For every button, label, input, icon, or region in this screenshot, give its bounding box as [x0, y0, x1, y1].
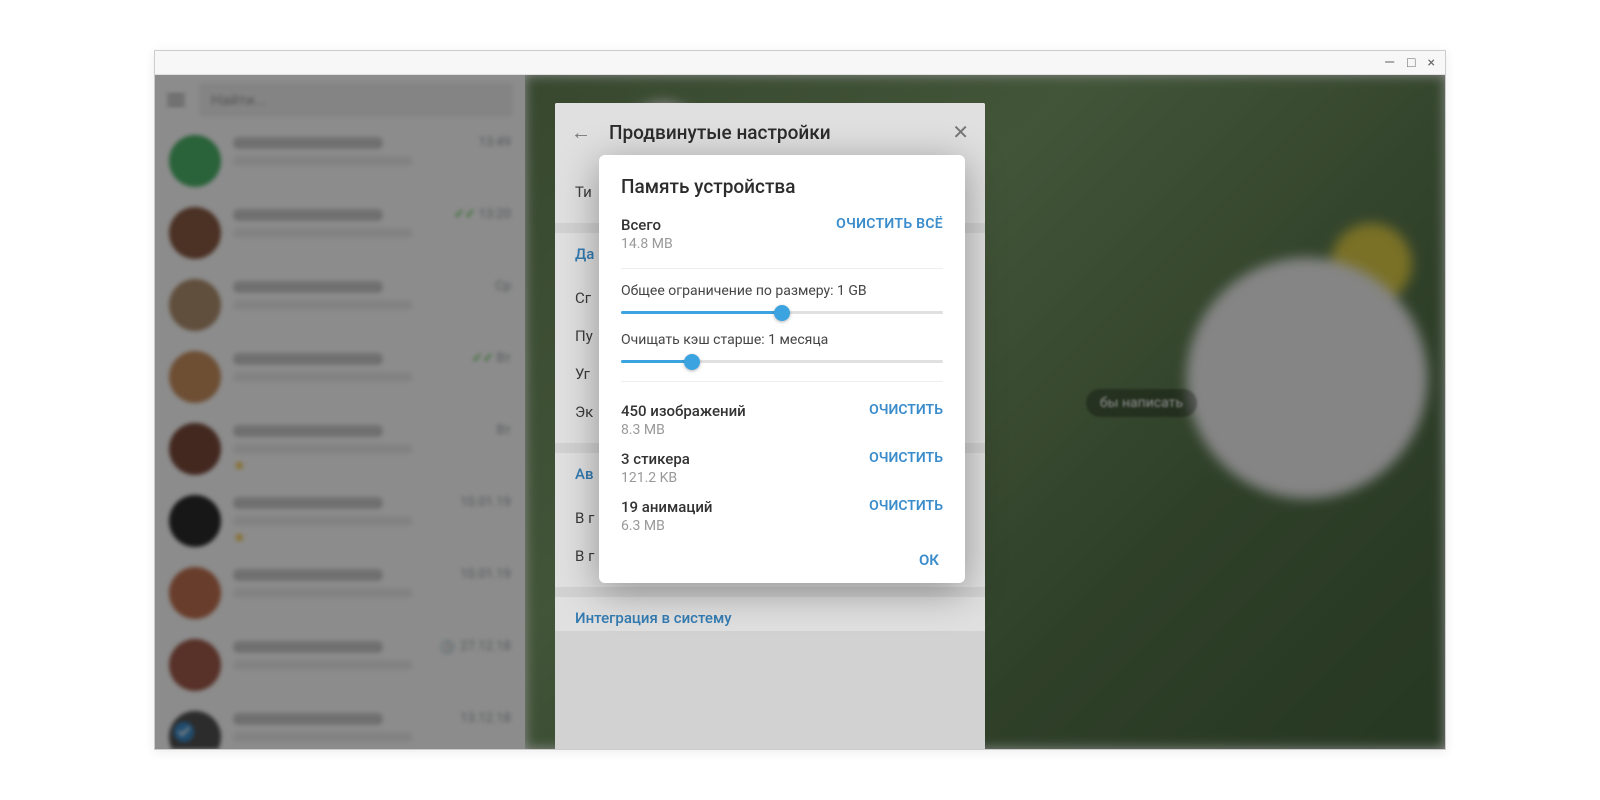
- clear-button[interactable]: ОЧИСТИТЬ: [869, 402, 943, 418]
- maximize-icon[interactable]: □: [1407, 56, 1415, 70]
- close-icon[interactable]: ×: [1428, 56, 1435, 70]
- clear-all-button[interactable]: ОЧИСТИТЬ ВСЁ: [836, 216, 943, 232]
- cache-item-size: 8.3 MB: [621, 422, 746, 438]
- cache-age-label: Очищать кэш старше: 1 месяца: [621, 332, 943, 348]
- cache-item-title: 450 изображений: [621, 402, 746, 420]
- window-titlebar: — □ ×: [155, 51, 1445, 75]
- cache-item: 19 анимаций 6.3 MB ОЧИСТИТЬ: [621, 492, 943, 540]
- cache-age-slider[interactable]: [621, 360, 943, 363]
- size-limit-label: Общее ограничение по размеру: 1 GB: [621, 283, 943, 299]
- minimize-icon[interactable]: —: [1384, 56, 1395, 70]
- cache-item: 450 изображений 8.3 MB ОЧИСТИТЬ: [621, 396, 943, 444]
- cache-item-size: 121.2 KB: [621, 470, 690, 486]
- cache-item-title: 19 анимаций: [621, 498, 713, 516]
- ok-button[interactable]: ОК: [915, 545, 943, 575]
- clear-button[interactable]: ОЧИСТИТЬ: [869, 450, 943, 466]
- cache-item-title: 3 стикера: [621, 450, 690, 468]
- app-window: — □ × Найти... 13:49✓✓13:20Ср✓✓ВтВт★10.0…: [154, 50, 1446, 750]
- dialog-title: Память устройства: [621, 175, 943, 198]
- size-limit-slider[interactable]: [621, 311, 943, 314]
- total-label: Всего: [621, 216, 673, 234]
- total-value: 14.8 MB: [621, 236, 673, 252]
- cache-item-size: 6.3 MB: [621, 518, 713, 534]
- cache-item: 3 стикера 121.2 KB ОЧИСТИТЬ: [621, 444, 943, 492]
- device-memory-dialog: Память устройства Всего 14.8 MB ОЧИСТИТЬ…: [599, 155, 965, 583]
- clear-button[interactable]: ОЧИСТИТЬ: [869, 498, 943, 514]
